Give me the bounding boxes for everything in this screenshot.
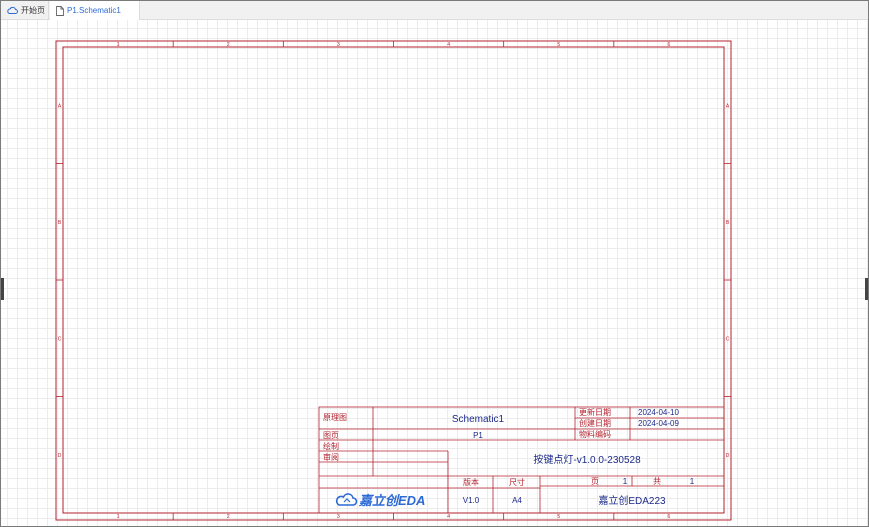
tab-start-page-label: 开始页 <box>21 5 45 15</box>
label-create-date: 创建日期 <box>579 418 611 428</box>
page-name: P1 <box>473 431 483 440</box>
version-value: V1.0 <box>463 496 480 505</box>
zone-label-right: A <box>726 103 730 109</box>
logo-text: 嘉立创EDA <box>358 493 425 508</box>
zone-label-top: 1 <box>117 42 120 48</box>
total-pages: 1 <box>690 477 695 486</box>
zone-label-bottom: 6 <box>668 514 671 520</box>
tab-schematic-label: P1.Schematic1 <box>67 6 121 15</box>
zone-label-left: B <box>58 220 62 226</box>
label-part-number: 物料编码 <box>579 429 611 439</box>
zone-label-bottom: 3 <box>337 514 340 520</box>
zone-label-top: 4 <box>447 42 450 48</box>
zone-label-top: 3 <box>337 42 340 48</box>
label-update-date: 更新日期 <box>579 407 611 417</box>
tab-bar: 开始页 P1.Schematic1 <box>1 1 868 20</box>
zone-label-bottom: 4 <box>447 514 450 520</box>
tab-start-page[interactable]: 开始页 <box>1 1 49 19</box>
zone-label-bottom: 1 <box>117 514 120 520</box>
create-date: 2024-04-09 <box>638 419 679 428</box>
zone-label-right: C <box>726 336 730 342</box>
zone-label-top: 6 <box>668 42 671 48</box>
zone-label-bottom: 5 <box>557 514 560 520</box>
label-review: 审阅 <box>323 452 339 462</box>
zone-label-top: 2 <box>227 42 230 48</box>
right-panel-handle[interactable] <box>865 278 868 300</box>
zone-label-right: B <box>726 220 730 226</box>
update-date: 2024-04-10 <box>638 408 679 417</box>
zone-label-left: D <box>58 453 62 459</box>
sheet-inner-border <box>62 46 725 514</box>
label-drawn: 绘制 <box>323 441 339 451</box>
label-page-no: 页 <box>591 477 599 486</box>
app-window: 开始页 P1.Schematic1 1 1 2 2 3 3 4 4 5 5 6 6 A A B B C C D D 原… <box>0 0 869 527</box>
zone-label-right: D <box>726 453 730 459</box>
cloud-icon <box>7 6 18 15</box>
sheet-outer-border <box>55 40 732 521</box>
zone-label-bottom: 2 <box>227 514 230 520</box>
page-number: 1 <box>623 477 628 486</box>
label-size: 尺寸 <box>509 477 525 487</box>
label-total: 共 <box>653 477 661 486</box>
zone-label-left: C <box>58 336 62 342</box>
schematic-canvas[interactable]: 1 1 2 2 3 3 4 4 5 5 6 6 A A B B C C D D 原理图 更新日期 创建日期 图页 物料… <box>1 20 868 526</box>
company-name: 嘉立创EDA223 <box>598 494 666 507</box>
label-version: 版本 <box>463 477 479 487</box>
zone-label-left: A <box>58 103 62 109</box>
logo-cloud-icon <box>335 493 358 506</box>
project-name: 按键点灯-v1.0.0-230528 <box>533 453 641 466</box>
schematic-name: Schematic1 <box>452 414 505 425</box>
left-panel-handle[interactable] <box>1 278 4 300</box>
size-value: A4 <box>512 496 522 505</box>
document-icon <box>56 5 64 16</box>
label-page: 图页 <box>323 431 339 440</box>
jlc-eda-logo: 嘉立创EDA <box>335 493 425 508</box>
schematic-sheet: 1 1 2 2 3 3 4 4 5 5 6 6 A A B B C C D D 原理图 更新日期 创建日期 图… <box>55 40 732 521</box>
label-schematic: 原理图 <box>323 413 347 422</box>
tab-schematic[interactable]: P1.Schematic1 <box>50 1 140 20</box>
zone-label-top: 5 <box>557 42 560 48</box>
border-zone-marks: 1 1 2 2 3 3 4 4 5 5 6 6 A A B B C C D D <box>56 41 731 520</box>
